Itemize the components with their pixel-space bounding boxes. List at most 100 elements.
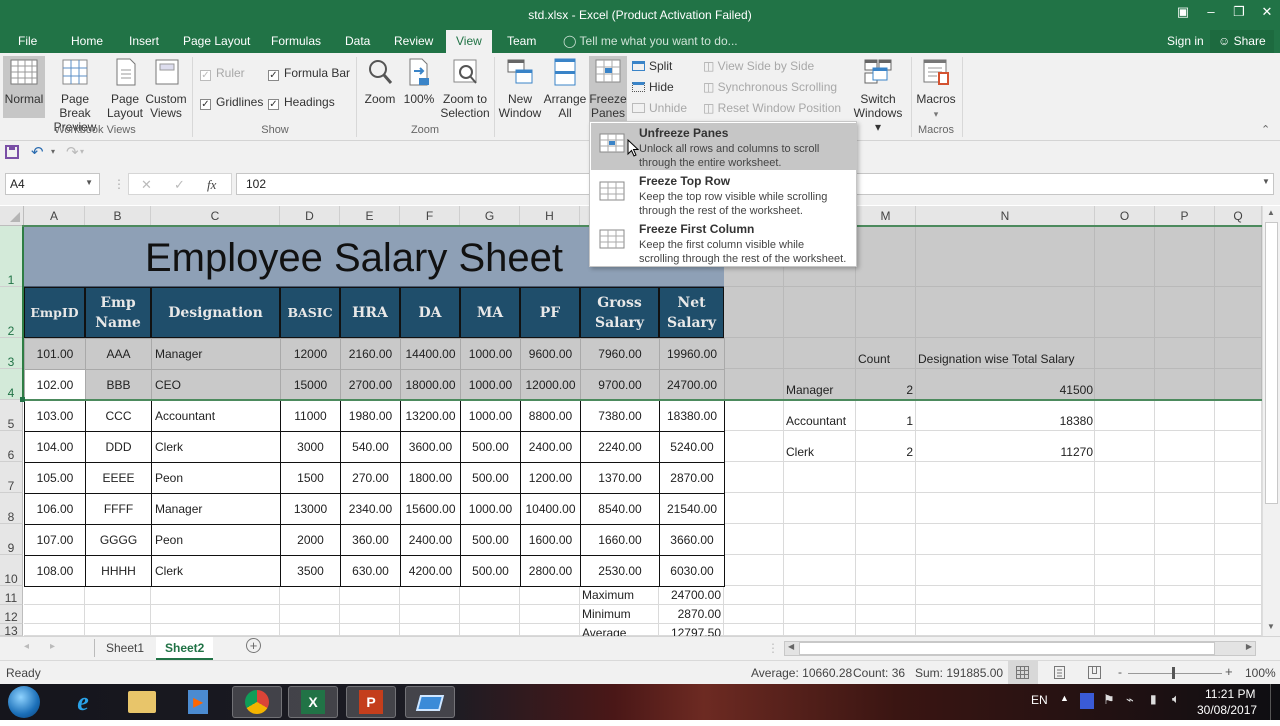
- data-cell[interactable]: 1600.00: [520, 524, 581, 556]
- power-icon[interactable]: ⌁: [1126, 692, 1134, 708]
- grid-cell[interactable]: [724, 524, 784, 555]
- grid-cell[interactable]: [916, 287, 1095, 338]
- data-cell[interactable]: 2800.00: [520, 555, 581, 587]
- column-header[interactable]: C: [151, 206, 280, 226]
- zoom-100-button[interactable]: 100%: [401, 56, 437, 106]
- headings-checkbox[interactable]: ✓ Headings: [268, 95, 335, 110]
- data-cell[interactable]: Peon: [151, 524, 281, 556]
- tab-team[interactable]: Team: [507, 34, 536, 48]
- tab-page-layout[interactable]: Page Layout: [183, 34, 250, 48]
- tab-home[interactable]: Home: [71, 34, 103, 48]
- data-cell[interactable]: 12000.00: [520, 369, 581, 401]
- grid-cell[interactable]: [340, 586, 400, 605]
- grid-cell[interactable]: [784, 605, 856, 624]
- new-window-button[interactable]: New Window: [498, 56, 542, 120]
- data-cell[interactable]: 8800.00: [520, 400, 581, 432]
- tab-insert[interactable]: Insert: [129, 34, 159, 48]
- column-header[interactable]: O: [1095, 206, 1155, 226]
- taskbar-chrome-icon[interactable]: [232, 686, 282, 718]
- grid-cell[interactable]: [85, 586, 151, 605]
- row-header[interactable]: 6: [0, 431, 23, 462]
- column-header[interactable]: G: [460, 206, 520, 226]
- language-indicator[interactable]: EN: [1031, 693, 1048, 707]
- summary-designation[interactable]: Clerk: [786, 445, 814, 459]
- enter-entry-icon[interactable]: ✓: [174, 177, 185, 193]
- data-cell[interactable]: Manager: [151, 493, 281, 525]
- grid-cell[interactable]: [1215, 287, 1262, 338]
- data-cell[interactable]: 1200.00: [520, 462, 581, 494]
- tray-app-icon[interactable]: [1080, 693, 1094, 709]
- split-button[interactable]: Split: [632, 59, 672, 73]
- data-cell[interactable]: 2530.00: [580, 555, 660, 587]
- data-cell[interactable]: 2240.00: [580, 431, 660, 463]
- data-cell[interactable]: Clerk: [151, 555, 281, 587]
- restore-button[interactable]: ❐: [1228, 4, 1250, 20]
- horizontal-scrollbar[interactable]: ◀ ▶: [784, 641, 1256, 656]
- grid-cell[interactable]: [1215, 524, 1262, 555]
- column-header[interactable]: M: [856, 206, 916, 226]
- data-cell[interactable]: 2700.00: [340, 369, 401, 401]
- data-cell[interactable]: 21540.00: [659, 493, 725, 525]
- insert-function-icon[interactable]: fx: [207, 177, 216, 193]
- grid-cell[interactable]: [784, 524, 856, 555]
- grid-cell[interactable]: [1215, 226, 1262, 287]
- data-cell[interactable]: 500.00: [460, 462, 521, 494]
- taskbar-window-app-icon[interactable]: [405, 686, 455, 718]
- data-cell[interactable]: 18380.00: [659, 400, 725, 432]
- grid-cell[interactable]: [1155, 369, 1215, 400]
- grid-cell[interactable]: [856, 605, 916, 624]
- row-header[interactable]: 12: [0, 605, 23, 624]
- grid-cell[interactable]: [1095, 226, 1155, 287]
- clock-time[interactable]: 11:21 PM: [1205, 687, 1255, 701]
- grid-cell[interactable]: [1095, 624, 1155, 636]
- synchronous-scrolling-button[interactable]: ◫ Synchronous Scrolling: [703, 80, 837, 94]
- network-signal-icon[interactable]: ▮: [1150, 692, 1157, 706]
- data-cell[interactable]: 540.00: [340, 431, 401, 463]
- grid-cell[interactable]: [916, 586, 1095, 605]
- data-cell[interactable]: 1800.00: [400, 462, 461, 494]
- grid-cell[interactable]: [1215, 400, 1262, 431]
- grid-cell[interactable]: [400, 605, 460, 624]
- zoom-to-selection-button[interactable]: Zoom to Selection: [440, 56, 490, 120]
- data-cell[interactable]: CEO: [151, 369, 281, 401]
- save-icon[interactable]: [5, 145, 19, 159]
- grid-cell[interactable]: [24, 586, 85, 605]
- data-cell[interactable]: 11000: [280, 400, 341, 432]
- grid-cell[interactable]: [1095, 400, 1155, 431]
- row-header[interactable]: 4: [0, 369, 23, 400]
- data-cell[interactable]: 1660.00: [580, 524, 660, 556]
- data-cell[interactable]: 13200.00: [400, 400, 461, 432]
- data-cell[interactable]: 1000.00: [460, 338, 521, 370]
- grid-cell[interactable]: [1215, 555, 1262, 586]
- column-header[interactable]: F: [400, 206, 460, 226]
- data-cell[interactable]: 7960.00: [580, 338, 660, 370]
- grid-cell[interactable]: [856, 624, 916, 636]
- grid-cell[interactable]: [784, 287, 856, 338]
- tab-file[interactable]: File: [18, 34, 37, 48]
- data-cell[interactable]: 15600.00: [400, 493, 461, 525]
- grid-cell[interactable]: [784, 555, 856, 586]
- grid-cell[interactable]: [1215, 605, 1262, 624]
- grid-cell[interactable]: [460, 586, 520, 605]
- custom-views-button[interactable]: Custom Views: [145, 56, 187, 120]
- summary-total[interactable]: 41500: [916, 383, 1093, 397]
- data-cell[interactable]: 101.00: [24, 338, 86, 370]
- data-cell[interactable]: GGGG: [85, 524, 152, 556]
- grid-cell[interactable]: [1155, 555, 1215, 586]
- summary-count[interactable]: 2: [856, 445, 913, 459]
- data-cell[interactable]: 500.00: [460, 431, 521, 463]
- summary-designation[interactable]: Manager: [786, 383, 833, 397]
- taskbar-file-explorer-icon[interactable]: [117, 686, 167, 718]
- row-header[interactable]: 9: [0, 524, 23, 555]
- data-cell[interactable]: 4200.00: [400, 555, 461, 587]
- grid-cell[interactable]: [520, 624, 580, 636]
- tell-me-search[interactable]: ◯ Tell me what you want to do...: [563, 34, 738, 48]
- zoom-slider-thumb[interactable]: [1172, 667, 1175, 679]
- grid-cell[interactable]: [1215, 338, 1262, 369]
- grid-cell[interactable]: [1095, 462, 1155, 493]
- data-cell[interactable]: 12000: [280, 338, 341, 370]
- data-cell[interactable]: 1980.00: [340, 400, 401, 432]
- grid-cell[interactable]: [916, 555, 1095, 586]
- data-cell[interactable]: 108.00: [24, 555, 86, 587]
- page-break-preview-button[interactable]: Page Break Preview: [46, 56, 104, 134]
